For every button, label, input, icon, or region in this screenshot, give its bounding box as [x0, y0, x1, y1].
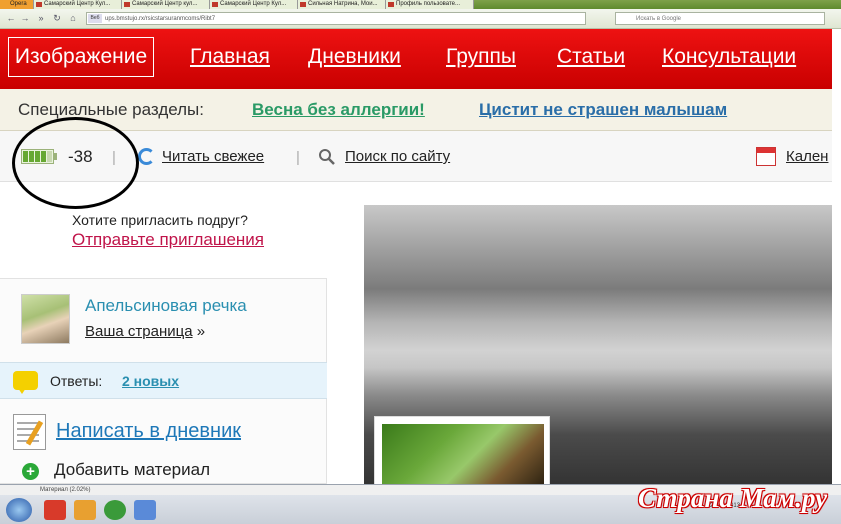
browser-tab[interactable]: Самарский Центр Кул...	[210, 0, 298, 9]
main-nav: Изображение Главная Дневники Группы Стат…	[0, 29, 832, 89]
search-icon[interactable]	[318, 148, 335, 165]
nav-link-home[interactable]: Главная	[190, 45, 270, 69]
favicon-icon	[212, 2, 218, 7]
home-icon[interactable]: ⌂	[68, 13, 78, 23]
browser-tab[interactable]: Самарский Центр Кул...	[34, 0, 122, 9]
nav-link-articles[interactable]: Статьи	[557, 45, 625, 69]
fast-forward-icon[interactable]: »	[36, 13, 46, 23]
favicon-icon	[124, 2, 130, 7]
calendar-link[interactable]: Кален	[786, 148, 828, 165]
annotation-circle	[12, 117, 139, 209]
opera-icon[interactable]	[44, 500, 66, 520]
photo-thumbnail[interactable]	[374, 416, 550, 487]
read-fresh-link[interactable]: Читать свежее	[162, 148, 264, 165]
start-button[interactable]	[6, 498, 32, 522]
special-link-allergy[interactable]: Весна без аллергии!	[252, 100, 425, 120]
forward-icon[interactable]: →	[20, 13, 30, 23]
refresh-icon[interactable]	[138, 148, 155, 165]
favicon-icon	[388, 2, 394, 7]
nav-link-consultations[interactable]: Консультации	[662, 45, 796, 69]
calendar-icon[interactable]	[756, 147, 776, 166]
browser-search-input[interactable]: Искать в Google	[615, 12, 825, 25]
tab-label: Самарский Центр Кул...	[220, 1, 287, 7]
speech-bubble-icon	[13, 371, 38, 394]
add-material-link[interactable]: Добавить материал	[54, 460, 210, 480]
notepad-pencil-icon	[13, 414, 46, 450]
browser-tab[interactable]: Профиль пользовате...	[386, 0, 474, 9]
separator: |	[296, 149, 300, 166]
plus-icon: +	[22, 463, 39, 480]
special-link-cystitis[interactable]: Цистит не страшен малышам	[479, 100, 727, 120]
special-sections-label: Специальные разделы:	[18, 100, 204, 119]
url-field[interactable]: ups.bmstujo.rx/rsicstarsuranmcoms/Ribt7	[86, 12, 586, 25]
username-link[interactable]: Апельсиновая речка	[85, 296, 247, 316]
nav-link-diaries[interactable]: Дневники	[308, 45, 401, 69]
your-page-arrow: »	[196, 323, 206, 340]
favicon-icon	[36, 2, 42, 7]
folder-icon[interactable]	[74, 500, 96, 520]
nav-link-groups[interactable]: Группы	[446, 45, 516, 69]
network-icon[interactable]	[134, 500, 156, 520]
your-page-link[interactable]: Ваша страница	[85, 323, 193, 340]
tab-label: Самарский Центр кул...	[132, 1, 198, 7]
site-search-link[interactable]: Поиск по сайту	[345, 148, 450, 165]
browser-tab[interactable]: Opera	[0, 0, 34, 9]
tab-label: Opera	[10, 1, 27, 7]
special-sections-bar: Специальные разделы: Весна без аллергии!…	[0, 89, 832, 131]
tab-label: Сильная Натрина, Мои...	[308, 1, 378, 7]
url-badge: Веб	[88, 14, 102, 23]
answers-row: Ответы: 2 новых	[0, 362, 327, 399]
tab-label: Самарский Центр Кул...	[44, 1, 111, 7]
browser-address-bar: ← → » ↻ ⌂ ups.bmstujo.rx/rsicstarsuranmc…	[0, 9, 841, 29]
avatar[interactable]	[21, 294, 70, 344]
your-page-row: Ваша страница »	[85, 323, 205, 340]
site-watermark: Страна Мам.ру	[638, 483, 828, 513]
invite-question: Хотите пригласить подруг?	[72, 212, 248, 228]
browser-tab[interactable]: Сильная Натрина, Мои...	[298, 0, 386, 9]
tab-label: Профиль пользовате...	[396, 1, 461, 7]
thumbnail-image	[382, 424, 544, 487]
reload-icon[interactable]: ↻	[52, 13, 62, 23]
chrome-icon[interactable]	[104, 500, 126, 520]
back-icon[interactable]: ←	[6, 13, 16, 23]
favicon-icon	[300, 2, 306, 7]
browser-tab-bar: Opera Самарский Центр Кул... Самарский Ц…	[0, 0, 841, 9]
write-diary-link[interactable]: Написать в дневник	[56, 420, 241, 443]
send-invitations-link[interactable]: Отправьте приглашения	[72, 230, 264, 250]
answers-label: Ответы:	[50, 373, 103, 389]
answers-count-link[interactable]: 2 новых	[122, 373, 179, 389]
site-logo[interactable]: Изображение	[8, 37, 154, 77]
browser-tab[interactable]: Самарский Центр кул...	[122, 0, 210, 9]
